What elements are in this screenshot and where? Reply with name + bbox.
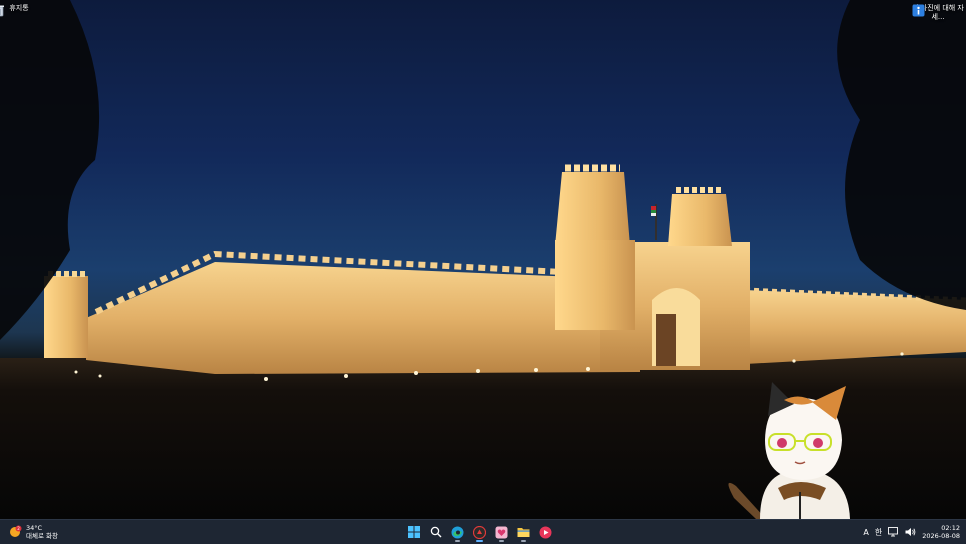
search-button[interactable]	[427, 522, 444, 542]
clock-date: 2026-08-08	[922, 532, 960, 540]
running-indicator	[521, 540, 526, 542]
volume-icon[interactable]	[905, 527, 916, 537]
pink-app-icon	[495, 526, 508, 538]
taskbar: 2 34°C 대체로 화창 A 한 02:12 2026-08-08	[0, 519, 966, 544]
gate-door	[656, 314, 676, 366]
tree-right-silhouette	[837, 0, 966, 310]
recycle-bin-icon	[0, 5, 4, 17]
flag-green	[651, 210, 656, 213]
weather-widget[interactable]: 2 34°C 대체로 화창	[8, 523, 58, 541]
edge-browser-icon	[451, 526, 464, 538]
desktop-icon-learn-about-picture[interactable]: 이 사진에 대해 자세...	[912, 4, 964, 22]
network-icon[interactable]	[888, 527, 899, 537]
search-icon	[430, 526, 441, 538]
clock[interactable]: 02:12 2026-08-08	[922, 524, 960, 540]
desktop-icon-recycle-bin[interactable]: 휴지통	[0, 4, 45, 17]
start-button[interactable]	[405, 522, 422, 542]
running-indicator	[499, 540, 504, 542]
red-app-icon	[473, 525, 486, 539]
folder-icon	[517, 528, 530, 537]
taskbar-app-red[interactable]	[471, 522, 488, 542]
desktop-wallpaper: 휴지통 이 사진에 대해 자세...	[0, 0, 966, 519]
taskbar-apps	[405, 522, 554, 542]
flag-white	[651, 213, 656, 216]
taskbar-app-file-explorer[interactable]	[515, 522, 532, 542]
flag-red	[651, 206, 656, 210]
fort-main-tower-base	[555, 240, 635, 330]
wallpaper-fort-scene	[0, 0, 966, 519]
ime-indicator[interactable]: 한	[875, 527, 882, 538]
system-tray: A 한 02:12 2026-08-08	[863, 520, 960, 544]
running-indicator	[455, 540, 460, 542]
windows-start-icon	[407, 526, 420, 538]
weather-sun-icon: 2	[10, 525, 22, 537]
learn-about-picture-icon	[912, 4, 925, 17]
weather-temperature: 34°C	[26, 524, 43, 532]
fort-small-tower	[44, 276, 88, 358]
weather-condition: 대체로 화창	[26, 532, 58, 540]
desktop-icon-label: 휴지통	[9, 4, 29, 12]
running-indicator-active	[476, 540, 483, 542]
taskbar-app-pink[interactable]	[493, 522, 510, 542]
taskbar-app-edge[interactable]	[449, 522, 466, 542]
weather-badge: 2	[17, 526, 20, 531]
taskbar-app-media-player[interactable]	[537, 522, 554, 542]
fort-second-tower	[668, 194, 732, 246]
fort-main-tower	[555, 172, 630, 246]
input-mode-indicator[interactable]: A	[863, 528, 868, 537]
media-player-icon	[539, 526, 552, 538]
clock-time: 02:12	[941, 524, 960, 532]
